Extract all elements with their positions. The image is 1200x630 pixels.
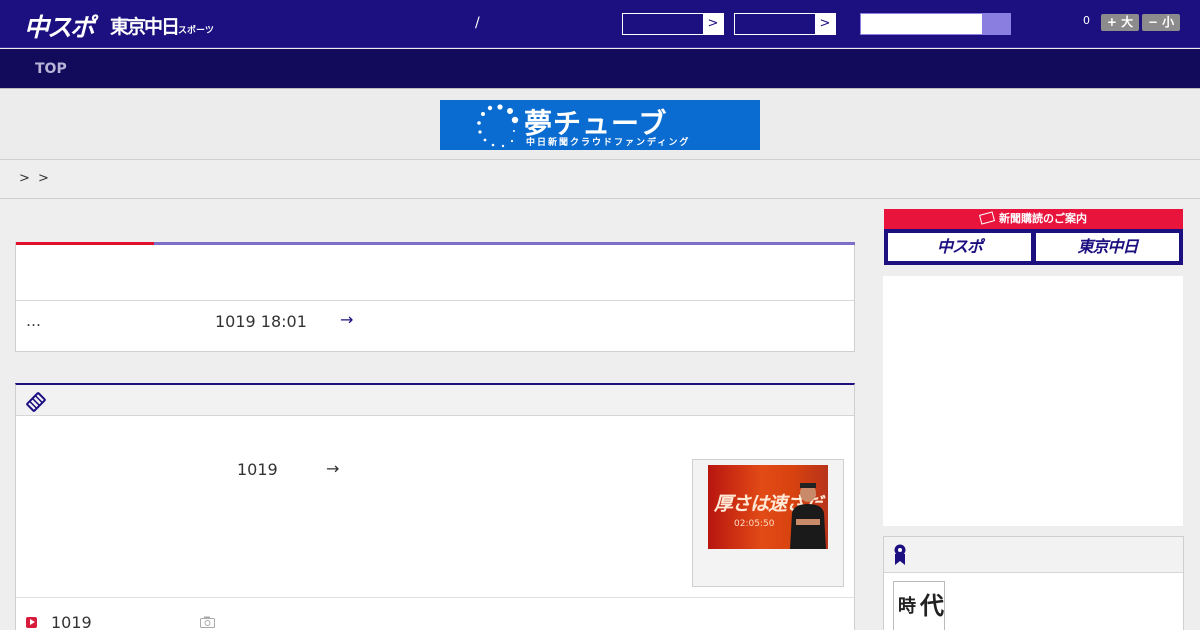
breadcrumb-sep: > bbox=[19, 171, 30, 186]
chevron-right-icon[interactable]: > bbox=[703, 14, 723, 34]
newspaper-icon bbox=[978, 211, 996, 225]
breadcrumb-sep: > bbox=[38, 171, 49, 186]
video-box: 1019 → 厚さは速さだ 02:05:50 1019 bbox=[15, 383, 855, 630]
category-select-2[interactable]: > bbox=[734, 13, 836, 35]
person-figure-icon bbox=[790, 483, 826, 549]
chevron-right-icon[interactable]: > bbox=[815, 14, 835, 34]
subscription-box: 新聞購読のご案内 中スポ 東京中日 bbox=[884, 209, 1183, 265]
ticket-icon bbox=[26, 392, 46, 412]
breadcrumb: > > bbox=[0, 161, 1200, 199]
news-date: 1019 18:01 bbox=[215, 312, 307, 331]
dots-circle-icon bbox=[477, 104, 519, 148]
yume-tube-banner[interactable]: 夢チューブ 中日新聞クラウドファンディング bbox=[440, 100, 760, 150]
ranking-thumb-char: 時 bbox=[898, 596, 916, 617]
ad-slot[interactable] bbox=[883, 276, 1183, 526]
category-select-1[interactable]: > bbox=[622, 13, 724, 35]
more-link-arrow[interactable]: → bbox=[326, 459, 339, 478]
chuspo-logo[interactable]: 中スポ bbox=[24, 8, 95, 44]
video-box-header bbox=[16, 385, 854, 416]
tokyo-chunichi-logo[interactable]: 東京中日スポーツ bbox=[110, 12, 214, 39]
video-date: 1019 bbox=[237, 460, 278, 479]
header-separator: / bbox=[475, 15, 480, 31]
font-bigger-button[interactable]: + 大 bbox=[1101, 14, 1139, 31]
more-link-arrow[interactable]: → bbox=[340, 310, 353, 329]
banner-band: 夢チューブ 中日新聞クラウドファンディング bbox=[0, 90, 1200, 160]
tokyo-chunichi-logo-small: スポーツ bbox=[178, 26, 214, 36]
tokyo-chunichi-logo-text: 東京中日 bbox=[110, 16, 180, 38]
thumbnail-time: 02:05:50 bbox=[734, 519, 775, 529]
subscription-header-label: 新聞購読のご案内 bbox=[999, 212, 1087, 225]
subscription-header[interactable]: 新聞購読のご案内 bbox=[884, 209, 1183, 229]
medal-icon bbox=[894, 544, 906, 565]
divider bbox=[16, 300, 854, 301]
divider bbox=[16, 597, 854, 598]
font-smaller-button[interactable]: − 小 bbox=[1142, 14, 1180, 31]
ranking-box: 時 代 bbox=[883, 536, 1184, 630]
nav-item-top[interactable]: TOP bbox=[35, 61, 67, 77]
video-thumbnail[interactable]: 厚さは速さだ 02:05:50 bbox=[708, 465, 828, 549]
font-size-count: 0 bbox=[1083, 14, 1090, 27]
video-thumbnail-frame[interactable]: 厚さは速さだ 02:05:50 bbox=[692, 459, 844, 587]
subscribe-tokyo-chunichi-button[interactable]: 東京中日 bbox=[1036, 233, 1179, 261]
camera-icon bbox=[200, 616, 215, 628]
ranking-thumbnail[interactable]: 時 代 bbox=[893, 581, 945, 630]
search-box bbox=[860, 13, 1011, 35]
search-input[interactable] bbox=[863, 15, 981, 33]
subscribe-chuspo-button[interactable]: 中スポ bbox=[888, 233, 1031, 261]
news-box: … 1019 18:01 → bbox=[15, 242, 855, 352]
tab-accent-red bbox=[16, 242, 154, 245]
ranking-thumb-char: 代 bbox=[920, 592, 944, 620]
play-icon bbox=[26, 617, 37, 628]
tab-accent-purple bbox=[154, 242, 855, 245]
global-nav: TOP bbox=[0, 49, 1200, 89]
video-list-date[interactable]: 1019 bbox=[51, 613, 92, 630]
search-button[interactable] bbox=[982, 14, 1010, 34]
ranking-header bbox=[884, 537, 1183, 573]
site-header: 中スポ 東京中日スポーツ / > > 0 + 大 − 小 bbox=[0, 0, 1200, 48]
banner-subtitle: 中日新聞クラウドファンディング bbox=[526, 138, 691, 148]
news-ellipsis: … bbox=[26, 312, 41, 330]
